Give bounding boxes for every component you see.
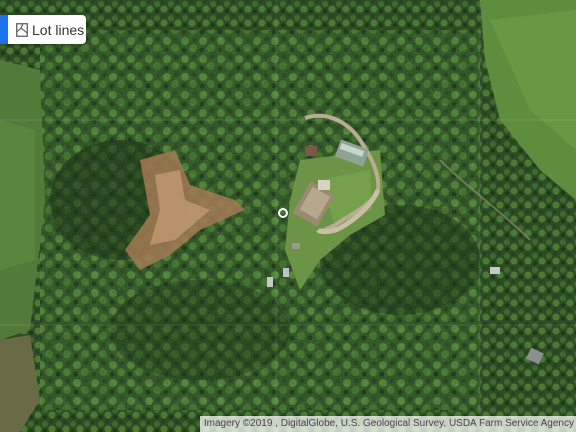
satellite-imagery xyxy=(0,0,576,432)
map-attribution: Imagery ©2019 , DigitalGlobe, U.S. Geolo… xyxy=(199,416,576,432)
toggle-accent xyxy=(0,15,8,44)
lot-lines-toggle-button[interactable]: Lot lines xyxy=(0,15,86,44)
lot-lines-icon xyxy=(16,22,28,37)
map-view[interactable]: Lot lines Imagery ©2019 , DigitalGlobe, … xyxy=(0,0,576,432)
lot-lines-label: Lot lines xyxy=(32,21,85,38)
location-circle-icon[interactable] xyxy=(278,208,288,218)
